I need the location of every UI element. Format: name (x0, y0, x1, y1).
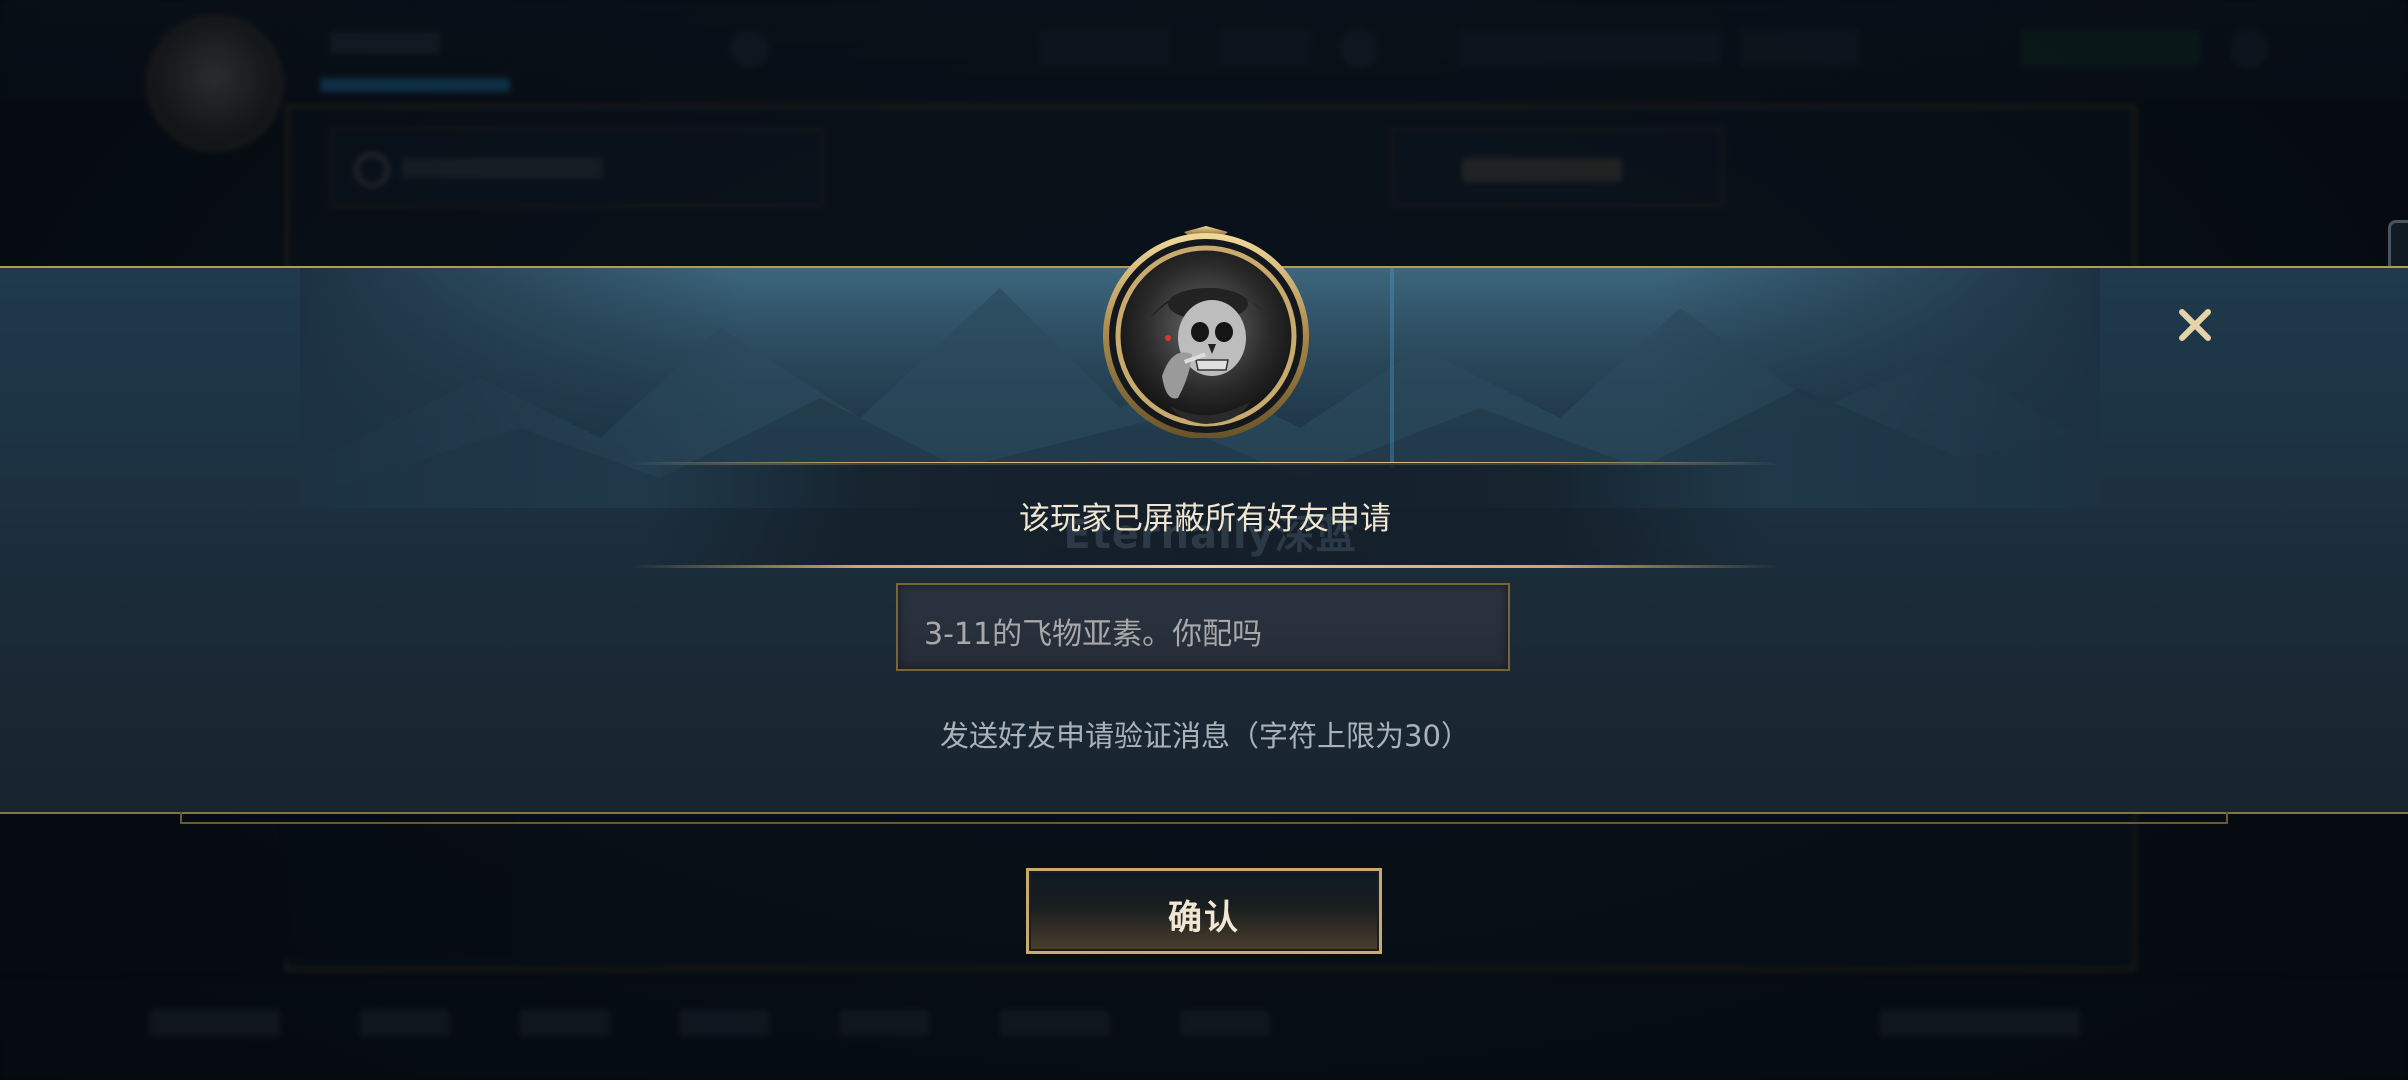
title-divider-bottom (630, 565, 1780, 568)
message-hint: 发送好友申请验证消息（字符上限为30） (940, 719, 1470, 753)
confirm-button-label: 确认 (1168, 898, 1240, 938)
confirm-button[interactable]: 确认 (1026, 868, 1382, 954)
game-screen: Eternally深蓝 该玩家已屏蔽所有好友申请 3-11的飞物亚素。你配吗 发… (0, 0, 2408, 1080)
player-portrait (1100, 226, 1312, 439)
close-button[interactable] (2170, 300, 2220, 350)
verification-message-value: 3-11的飞物亚素。你配吗 (924, 617, 1263, 652)
close-icon (2179, 309, 2211, 341)
player-portrait-skull-icon (1103, 226, 1309, 439)
verification-message-input[interactable]: 3-11的飞物亚素。你配吗 (896, 583, 1510, 671)
dialog-title: 该玩家已屏蔽所有好友申请 (1019, 501, 1391, 537)
dialog-underline-frame (180, 812, 2228, 824)
